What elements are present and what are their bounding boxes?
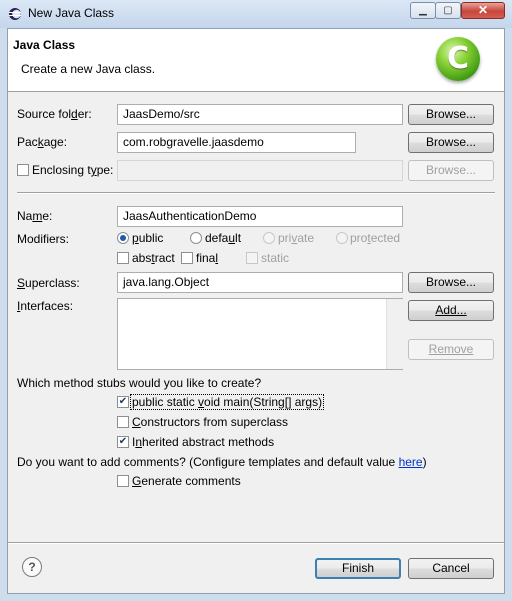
interfaces-list[interactable]: [117, 298, 403, 370]
constructors-checkbox[interactable]: [117, 416, 129, 428]
close-button[interactable]: ✕: [461, 2, 505, 19]
minimize-button[interactable]: ▁: [410, 2, 436, 19]
maximize-icon: ▢: [443, 5, 453, 16]
inherited-methods-checkbox[interactable]: ✔: [117, 436, 129, 448]
window-title: New Java Class: [28, 6, 115, 20]
interfaces-scrollbar[interactable]: [386, 299, 403, 369]
modifiers-label: Modifiers:: [17, 232, 70, 246]
footer-separator: [8, 542, 504, 544]
java-class-icon-letter: C: [446, 41, 470, 76]
source-folder-label: Source folder:: [17, 107, 92, 121]
header-banner: [8, 29, 504, 92]
superclass-label: Superclass:: [17, 276, 80, 290]
package-label: Package:: [17, 135, 68, 149]
method-stubs-question: Which method stubs would you like to cre…: [17, 376, 262, 390]
eclipse-app-icon: [9, 8, 21, 20]
modifier-private-label: private: [278, 231, 315, 245]
separator: [17, 192, 495, 194]
close-icon: ✕: [477, 3, 489, 17]
superclass-browse-button[interactable]: Browse...: [408, 272, 494, 293]
modifier-public-label: public: [132, 231, 164, 245]
modifier-protected-label: protected: [350, 231, 401, 245]
interfaces-label: Interfaces:: [17, 299, 74, 313]
inherited-methods-label: Inherited abstract methods: [132, 435, 275, 449]
configure-templates-link[interactable]: here: [399, 455, 423, 469]
class-name-input[interactable]: JaasAuthenticationDemo: [117, 206, 403, 227]
main-method-checkbox[interactable]: ✔: [117, 396, 129, 408]
generate-comments-label: Generate comments: [132, 474, 241, 488]
remove-interface-button[interactable]: Remove: [408, 339, 494, 360]
enclosing-type-browse-button[interactable]: Browse...: [408, 160, 494, 181]
modifier-protected-radio[interactable]: [336, 232, 348, 244]
modifier-abstract-label: abstract: [132, 251, 175, 265]
cancel-button[interactable]: Cancel: [408, 558, 494, 579]
constructors-label: Constructors from superclass: [132, 415, 289, 429]
minimize-icon: ▁: [419, 5, 427, 16]
main-method-label: public static void main(String[] args): [130, 394, 325, 410]
finish-button[interactable]: Finish: [315, 558, 401, 579]
modifier-static-label: static: [261, 251, 290, 265]
generate-comments-checkbox[interactable]: [117, 475, 129, 487]
modifier-public-radio[interactable]: [117, 232, 129, 244]
modifier-abstract-checkbox[interactable]: [117, 252, 129, 264]
maximize-button[interactable]: ▢: [435, 2, 461, 19]
modifier-default-label: default: [205, 231, 242, 245]
modifier-static-checkbox[interactable]: [246, 252, 258, 264]
add-interface-button[interactable]: Add...: [408, 300, 494, 321]
modifier-private-radio[interactable]: [263, 232, 275, 244]
package-input[interactable]: com.robgravelle.jaasdemo: [117, 132, 356, 153]
superclass-input[interactable]: java.lang.Object: [117, 272, 403, 293]
source-folder-input[interactable]: JaasDemo/src: [117, 104, 403, 125]
modifier-final-checkbox[interactable]: [181, 252, 193, 264]
banner-description: Create a new Java class.: [21, 62, 156, 76]
modifier-default-radio[interactable]: [190, 232, 202, 244]
enclosing-type-input[interactable]: [117, 160, 403, 181]
name-label: Name:: [17, 209, 53, 223]
help-icon[interactable]: ?: [22, 557, 42, 577]
source-folder-browse-button[interactable]: Browse...: [408, 104, 494, 125]
enclosing-type-checkbox[interactable]: [17, 164, 29, 176]
banner-title: Java Class: [13, 38, 76, 52]
package-browse-button[interactable]: Browse...: [408, 132, 494, 153]
enclosing-type-label: Enclosing type:: [32, 163, 114, 177]
modifier-final-label: final: [196, 251, 219, 265]
comments-question: Do you want to add comments? (Configure …: [17, 455, 427, 469]
